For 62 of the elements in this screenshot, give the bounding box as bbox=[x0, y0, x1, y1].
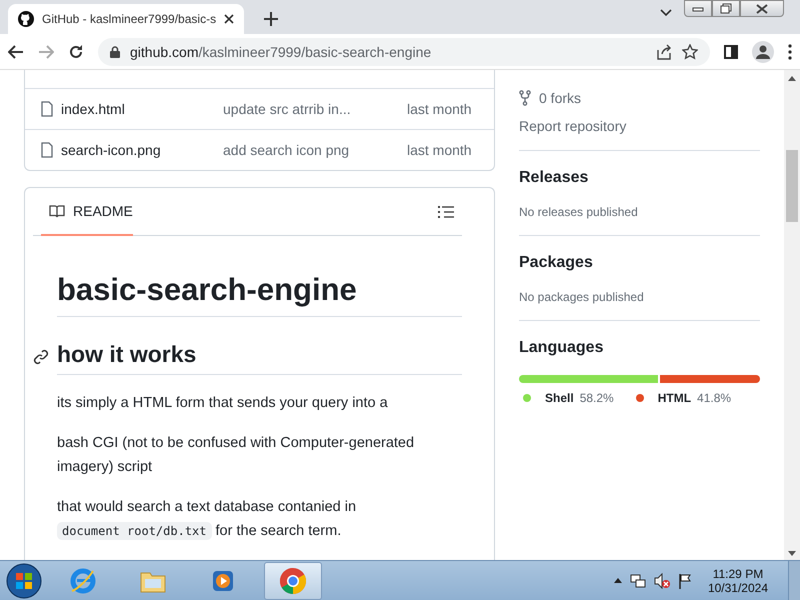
language-item-link[interactable]: HTML 41.8% bbox=[636, 391, 732, 405]
profile-avatar-icon[interactable] bbox=[752, 40, 774, 62]
readme-tab[interactable]: README bbox=[41, 188, 133, 236]
section-heading: how it works bbox=[57, 341, 198, 368]
restore-button[interactable] bbox=[712, 0, 740, 17]
link-icon[interactable] bbox=[33, 349, 49, 365]
commit-time: last month bbox=[407, 142, 472, 158]
lock-icon bbox=[110, 46, 120, 58]
side-panel-icon[interactable] bbox=[724, 44, 738, 58]
scroll-down-arrow-icon[interactable] bbox=[788, 551, 796, 556]
fork-icon bbox=[519, 90, 531, 106]
new-tab-icon[interactable] bbox=[264, 12, 278, 26]
share-icon[interactable] bbox=[656, 44, 672, 60]
star-icon[interactable] bbox=[682, 44, 698, 60]
more-menu-icon[interactable] bbox=[788, 44, 792, 60]
readme-paragraph: that would search a text database contanied in document root/db.txt for the search term. bbox=[57, 498, 358, 542]
restore-icon bbox=[720, 3, 732, 14]
report-repository-link[interactable]: Report repository bbox=[519, 118, 760, 134]
flag-icon[interactable] bbox=[678, 572, 692, 588]
readme-paragraph: its simply a HTML form that sends your query into a bbox=[57, 394, 389, 413]
commit-message-link[interactable]: add search icon png bbox=[223, 142, 407, 158]
section-note: No releases published bbox=[519, 205, 639, 219]
file-icon bbox=[41, 142, 53, 158]
scrollbar[interactable] bbox=[784, 70, 800, 560]
network-icon[interactable] bbox=[630, 572, 646, 588]
scroll-up-arrow-icon[interactable] bbox=[788, 76, 796, 81]
browser-tab[interactable]: GitHub - kaslmineer7999/basic-s bbox=[8, 4, 244, 34]
speaker-muted-icon[interactable] bbox=[654, 572, 670, 588]
commit-time: last month bbox=[407, 101, 472, 117]
url-text: github.com/kaslmineer7999/basic-search-engine bbox=[130, 44, 432, 60]
tab-title: GitHub - kaslmineer7999/basic-s bbox=[42, 12, 216, 26]
taskbar-app-button[interactable] bbox=[264, 562, 322, 600]
readme-title: basic-search-engine bbox=[57, 272, 462, 317]
clock[interactable]: 11:29 PM 10/31/2024 bbox=[708, 566, 768, 594]
chrome-icon bbox=[279, 566, 307, 594]
section-title[interactable]: Releases bbox=[519, 169, 760, 187]
file-name-link[interactable]: index.html bbox=[61, 101, 223, 117]
readme-paragraph: bash CGI (not to be confused with Computer-generated imagery) script bbox=[57, 434, 416, 477]
outline-list-icon[interactable] bbox=[438, 204, 454, 218]
section-title[interactable]: Packages bbox=[519, 254, 760, 272]
address-bar[interactable]: github.com/kaslmineer7999/basic-search-engine bbox=[98, 38, 710, 66]
start-orb-icon[interactable] bbox=[6, 562, 42, 598]
chevron-down-icon[interactable] bbox=[660, 9, 672, 17]
close-icon[interactable] bbox=[224, 14, 234, 24]
close-icon bbox=[756, 4, 768, 14]
minimize-button[interactable] bbox=[684, 0, 712, 17]
language-item-link[interactable]: Shell 58.2% bbox=[523, 391, 614, 405]
chevron-up-icon[interactable] bbox=[614, 578, 622, 583]
section-note: No packages published bbox=[519, 290, 645, 304]
section-title: Languages bbox=[519, 339, 604, 357]
file-icon bbox=[41, 101, 53, 117]
commit-message-link[interactable]: update src atrrib in... bbox=[223, 101, 407, 117]
book-icon bbox=[49, 204, 65, 218]
github-logo-icon bbox=[18, 11, 34, 27]
internet-explorer-icon bbox=[69, 566, 97, 594]
close-button[interactable] bbox=[740, 0, 784, 17]
scrollbar-thumb[interactable] bbox=[786, 150, 798, 222]
reload-icon[interactable] bbox=[68, 44, 84, 60]
minimize-icon bbox=[692, 6, 704, 12]
file-name-link[interactable]: search-icon.png bbox=[61, 142, 223, 158]
back-arrow-icon[interactable] bbox=[8, 44, 24, 58]
forks-count-link[interactable]: 0 forks bbox=[539, 90, 582, 106]
